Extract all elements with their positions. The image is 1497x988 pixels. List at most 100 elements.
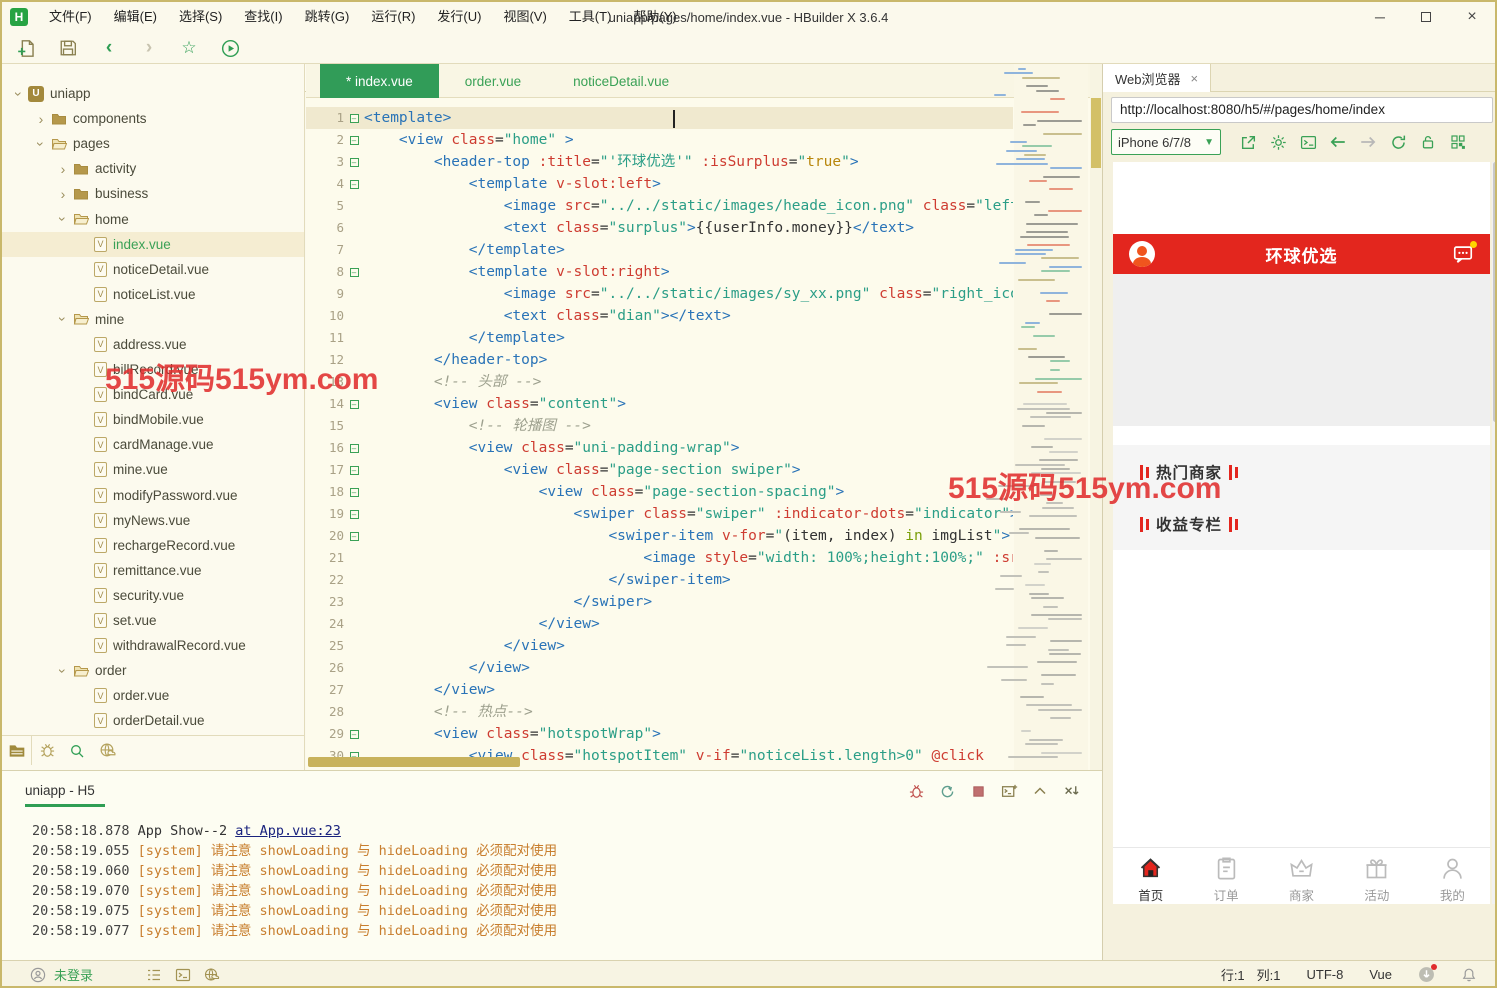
- fold-icon[interactable]: –: [344, 459, 364, 481]
- arrow-left-icon[interactable]: [1323, 129, 1353, 155]
- page-scroll-thumb[interactable]: [1493, 162, 1497, 422]
- code-line-14[interactable]: 14– <view class="content">: [306, 393, 1013, 415]
- arrow-right-icon[interactable]: [1353, 129, 1383, 155]
- avatar-icon[interactable]: [1129, 241, 1155, 267]
- browser-tab[interactable]: Web浏览器 ×: [1103, 64, 1211, 92]
- collapse-icon[interactable]: [1031, 782, 1049, 800]
- code-line-24[interactable]: 24 </view>: [306, 613, 1013, 635]
- task-list-icon[interactable]: [146, 967, 162, 983]
- minimize-button[interactable]: ─: [1357, 2, 1403, 32]
- phone-tab-订单[interactable]: 订单: [1188, 848, 1263, 904]
- code-line-11[interactable]: 11 </template>: [306, 327, 1013, 349]
- gear-icon[interactable]: [1263, 129, 1293, 155]
- menu-item-发行(U)[interactable]: 发行(U): [426, 2, 492, 32]
- code-line-10[interactable]: 10 <text class="dian"></text>: [306, 305, 1013, 327]
- tree-item-index.vue[interactable]: Vindex.vue: [2, 232, 304, 257]
- new-file-icon[interactable]: [14, 36, 38, 60]
- stop-icon[interactable]: [969, 782, 987, 800]
- run-icon[interactable]: [218, 36, 242, 60]
- code-line-27[interactable]: 27 </view>: [306, 679, 1013, 701]
- search-icon[interactable]: [62, 736, 92, 765]
- tree-item-withdrawalRecord.vue[interactable]: VwithdrawalRecord.vue: [2, 633, 304, 658]
- web-icon[interactable]: [92, 736, 122, 765]
- editor-vertical-scrollbar[interactable]: [1090, 64, 1102, 770]
- tree-item-home[interactable]: ›home: [2, 206, 304, 231]
- terminal-add-icon[interactable]: [1000, 782, 1018, 800]
- phone-tab-活动[interactable]: 活动: [1339, 848, 1414, 904]
- code-line-28[interactable]: 28 <!-- 热点-->: [306, 701, 1013, 723]
- tree-item-bindMobile.vue[interactable]: VbindMobile.vue: [2, 407, 304, 432]
- back-icon[interactable]: ‹: [97, 36, 121, 60]
- code-line-26[interactable]: 26 </view>: [306, 657, 1013, 679]
- fold-icon[interactable]: –: [344, 525, 364, 547]
- code-line-2[interactable]: 2– <view class="home" >: [306, 129, 1013, 151]
- tree-item-order[interactable]: ›order: [2, 658, 304, 683]
- code-line-16[interactable]: 16– <view class="uni-padding-wrap">: [306, 437, 1013, 459]
- code-area[interactable]: 1–<template>2– <view class="home" >3– <h…: [306, 98, 1013, 770]
- login-status[interactable]: 未登录: [54, 965, 93, 984]
- fold-icon[interactable]: –: [344, 107, 364, 129]
- encoding[interactable]: UTF-8: [1307, 967, 1344, 982]
- fold-icon[interactable]: –: [344, 393, 364, 415]
- tree-item-business[interactable]: ›business: [2, 181, 304, 206]
- editor-tab-noticeDetail.vue[interactable]: noticeDetail.vue: [547, 64, 695, 98]
- code-line-6[interactable]: 6 <text class="surplus">{{userInfo.money…: [306, 217, 1013, 239]
- tree-item-remittance.vue[interactable]: Vremittance.vue: [2, 558, 304, 583]
- tree-item-myNews.vue[interactable]: VmyNews.vue: [2, 508, 304, 533]
- terminal-icon[interactable]: [175, 967, 191, 983]
- menu-item-编辑(E)[interactable]: 编辑(E): [103, 2, 168, 32]
- code-line-13[interactable]: 13 <!-- 头部 -->: [306, 371, 1013, 393]
- fold-icon[interactable]: –: [344, 261, 364, 283]
- fold-icon[interactable]: –: [344, 437, 364, 459]
- update-icon[interactable]: [1418, 966, 1435, 983]
- menu-item-选择(S)[interactable]: 选择(S): [168, 2, 233, 32]
- code-line-21[interactable]: 21 <image style="width: 100%;height:100%…: [306, 547, 1013, 569]
- fold-icon[interactable]: –: [344, 723, 364, 745]
- save-icon[interactable]: [56, 36, 80, 60]
- tree-item-billRecord.vue[interactable]: VbillRecord.vue: [2, 357, 304, 382]
- phone-tab-首页[interactable]: 首页: [1113, 848, 1188, 904]
- qr-icon[interactable]: [1443, 129, 1473, 155]
- close-button[interactable]: ×: [1449, 2, 1495, 32]
- tree-item-bindCard.vue[interactable]: VbindCard.vue: [2, 382, 304, 407]
- console-icon[interactable]: [1293, 129, 1323, 155]
- project-explorer-icon[interactable]: [2, 736, 32, 765]
- open-external-icon[interactable]: [1233, 129, 1263, 155]
- page-scrollbar[interactable]: [1492, 162, 1497, 904]
- refresh-icon[interactable]: [1383, 129, 1413, 155]
- fold-icon[interactable]: –: [344, 173, 364, 195]
- code-line-15[interactable]: 15 <!-- 轮播图 -->: [306, 415, 1013, 437]
- star-icon[interactable]: ☆: [177, 36, 201, 60]
- log-source-link[interactable]: at App.vue:23: [235, 823, 341, 839]
- phone-tab-我的[interactable]: 我的: [1415, 848, 1490, 904]
- tree-item-activity[interactable]: ›activity: [2, 156, 304, 181]
- menu-item-视图(V)[interactable]: 视图(V): [492, 2, 557, 32]
- fold-icon[interactable]: –: [344, 151, 364, 173]
- tree-item-mine[interactable]: ›mine: [2, 307, 304, 332]
- code-line-23[interactable]: 23 </swiper>: [306, 591, 1013, 613]
- code-line-3[interactable]: 3– <header-top :title="'环球优选'" :isSurplu…: [306, 151, 1013, 173]
- restart-icon[interactable]: [938, 782, 956, 800]
- phone-tab-商家[interactable]: 商家: [1264, 848, 1339, 904]
- tree-item-uniapp[interactable]: ›Uuniapp: [2, 81, 304, 106]
- code-line-25[interactable]: 25 </view>: [306, 635, 1013, 657]
- code-line-22[interactable]: 22 </swiper-item>: [306, 569, 1013, 591]
- minimap[interactable]: [1014, 64, 1088, 770]
- debug-bug-icon[interactable]: [907, 782, 925, 800]
- tree-item-mine.vue[interactable]: Vmine.vue: [2, 457, 304, 482]
- code-line-5[interactable]: 5 <image src="../../static/images/heade_…: [306, 195, 1013, 217]
- tree-item-set.vue[interactable]: Vset.vue: [2, 608, 304, 633]
- code-line-20[interactable]: 20– <swiper-item v-for="(item, index) in…: [306, 525, 1013, 547]
- bell-icon[interactable]: [1461, 967, 1477, 983]
- tree-item-pages[interactable]: ›pages: [2, 131, 304, 156]
- tree-item-components[interactable]: ›components: [2, 106, 304, 131]
- tree-item-security.vue[interactable]: Vsecurity.vue: [2, 583, 304, 608]
- code-line-18[interactable]: 18– <view class="page-section-spacing">: [306, 481, 1013, 503]
- debug-icon[interactable]: [32, 736, 62, 765]
- console-tab[interactable]: uniapp - H5: [25, 783, 95, 798]
- code-line-12[interactable]: 12 </header-top>: [306, 349, 1013, 371]
- web-service-icon[interactable]: [204, 967, 220, 983]
- lock-icon[interactable]: [1413, 129, 1443, 155]
- editor-tab-index.vue[interactable]: * index.vue: [320, 64, 439, 98]
- tree-item-address.vue[interactable]: Vaddress.vue: [2, 332, 304, 357]
